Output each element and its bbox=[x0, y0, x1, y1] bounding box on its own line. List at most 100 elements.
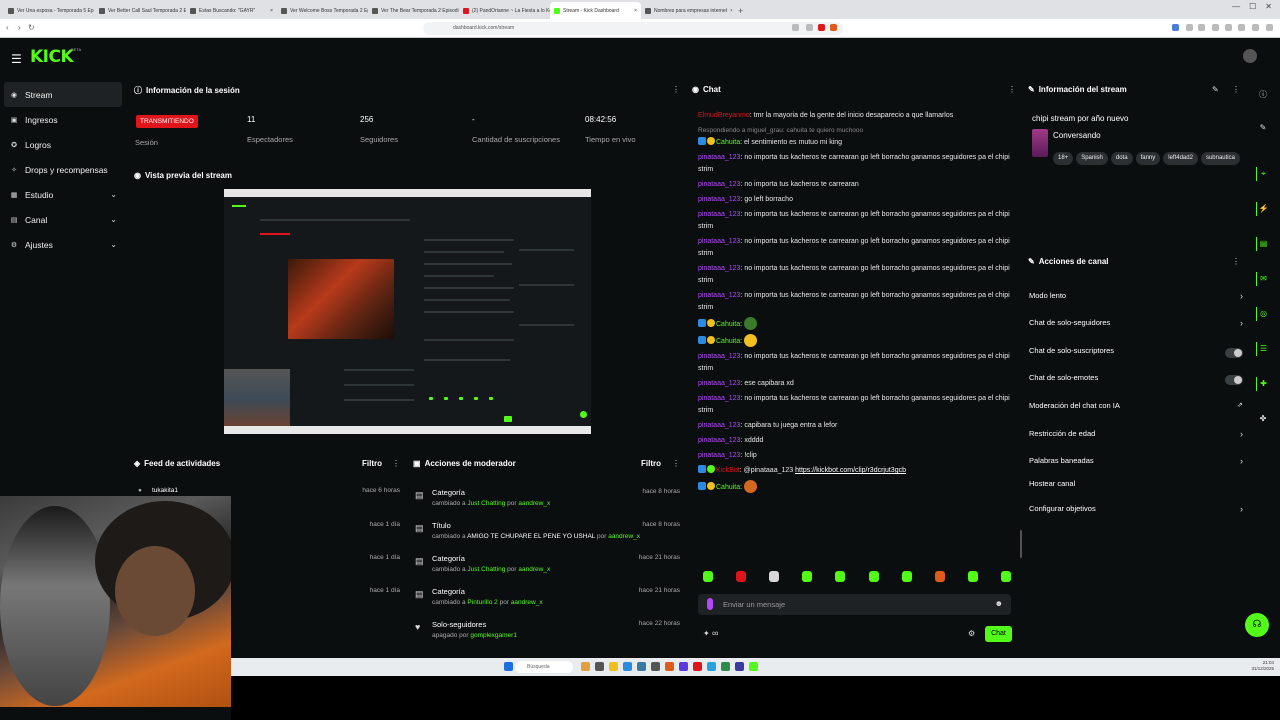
browser-tab[interactable]: (2) PandOrianne ~ La Fiesta a lo Kdx× bbox=[459, 2, 550, 19]
mod-action-user[interactable]: aandrew_x bbox=[518, 566, 550, 573]
browser-tab[interactable]: Stream - Kick Dashboard × bbox=[550, 2, 641, 19]
browser-tab[interactable]: Ver Welcome Boss Temporada 2 Episo× bbox=[277, 2, 368, 19]
emote-icon[interactable] bbox=[1000, 571, 1011, 582]
emote-icon[interactable] bbox=[934, 571, 945, 582]
app-icon[interactable] bbox=[595, 662, 604, 671]
app-icon[interactable] bbox=[721, 662, 730, 671]
info-icon[interactable]: ⓘ bbox=[1256, 88, 1270, 102]
browser-tab[interactable]: Ver The Bear Temporada 2 Episodi× bbox=[368, 2, 459, 19]
sidebar-item-estudio[interactable]: ▦ Estudio ⌄ bbox=[0, 182, 128, 207]
chat-username[interactable]: Cahuita bbox=[716, 139, 740, 146]
tag-chip[interactable]: dota bbox=[1110, 152, 1133, 165]
mod-action-user[interactable]: aandrew_x bbox=[518, 500, 550, 507]
chat-input[interactable]: Enviar un mensaje ☻ bbox=[698, 594, 1011, 615]
url-input[interactable]: dashboard.kick.com/stream bbox=[423, 22, 843, 35]
chat-username[interactable]: pinataaa_123 bbox=[698, 292, 740, 299]
chat-username[interactable]: KickBot bbox=[716, 467, 740, 474]
mod-action-user[interactable]: aandrew_x bbox=[608, 533, 640, 540]
chat-username[interactable]: pinataaa_123 bbox=[698, 380, 740, 387]
hamburger-menu-icon[interactable]: ☰ bbox=[11, 52, 22, 66]
browser-tab[interactable]: Estas Buscando: "GAYR" × bbox=[186, 2, 277, 19]
chat-username[interactable]: ElmudBreyanmo bbox=[698, 112, 750, 119]
emote-icon[interactable] bbox=[835, 571, 846, 582]
bolt-icon[interactable]: ⚡ bbox=[1256, 202, 1270, 216]
tag-chip[interactable]: 18+ bbox=[1053, 152, 1074, 165]
tag-chip[interactable]: left4dad2 bbox=[1163, 152, 1198, 165]
app-icon[interactable] bbox=[651, 662, 660, 671]
tab-close-icon[interactable]: × bbox=[634, 8, 637, 14]
more-icon[interactable]: ⋮ bbox=[1232, 257, 1240, 266]
chat-username[interactable]: Cahuita bbox=[716, 338, 740, 345]
chat-username[interactable]: Cahuita bbox=[716, 321, 740, 328]
back-icon[interactable]: ‹ bbox=[6, 23, 9, 32]
app-icon[interactable] bbox=[735, 662, 744, 671]
emote-icon[interactable] bbox=[868, 571, 879, 582]
channel-action-row[interactable]: Chat de solo-emotes bbox=[1029, 373, 1243, 389]
chat-username[interactable]: pinataaa_123 bbox=[698, 437, 740, 444]
channel-action-row[interactable]: Palabras baneadas › bbox=[1029, 456, 1243, 472]
chat-username[interactable]: pinataaa_123 bbox=[698, 452, 740, 459]
maximize-icon[interactable]: ☐ bbox=[1249, 2, 1256, 11]
channel-action-row[interactable]: Configurar objetivos › bbox=[1029, 504, 1243, 520]
sidebar-item-canal[interactable]: ▤ Canal ⌄ bbox=[0, 207, 128, 232]
chat-username[interactable]: pinataaa_123 bbox=[698, 154, 740, 161]
brave-icon[interactable] bbox=[665, 662, 674, 671]
app-icon[interactable] bbox=[679, 662, 688, 671]
document-icon[interactable]: ▤ bbox=[1256, 237, 1270, 251]
chat-username[interactable]: pinataaa_123 bbox=[698, 422, 740, 429]
tab-close-icon[interactable]: × bbox=[270, 8, 273, 14]
kick-logo[interactable]: KICK bbox=[30, 47, 74, 67]
menu-icon[interactable] bbox=[1252, 24, 1259, 31]
wallet-icon[interactable] bbox=[1225, 24, 1232, 31]
toggle-switch[interactable] bbox=[1225, 348, 1243, 358]
help-fab-icon[interactable]: ☊ bbox=[1245, 613, 1269, 637]
kick-app-icon[interactable] bbox=[749, 662, 758, 671]
sidebar-item-logros[interactable]: ✪ Logros bbox=[0, 132, 128, 157]
minimize-icon[interactable]: — bbox=[1232, 2, 1240, 11]
chat-username[interactable]: pinataaa_123 bbox=[698, 395, 740, 402]
emote-icon[interactable] bbox=[802, 571, 813, 582]
puzzle-icon[interactable]: ✤ bbox=[1256, 412, 1270, 426]
chat-bubble-icon[interactable]: ✉ bbox=[1256, 272, 1270, 286]
sidebar-item-ingresos[interactable]: ▣ Ingresos bbox=[0, 107, 128, 132]
chat-link[interactable]: https://kickbot.com/clip/r3dcrjut3gcb bbox=[795, 467, 906, 474]
folder-icon[interactable] bbox=[609, 662, 618, 671]
target-icon[interactable]: ⌖ bbox=[1256, 167, 1270, 181]
broadcast-icon[interactable]: ◎ bbox=[1256, 307, 1270, 321]
emote-icon[interactable] bbox=[703, 571, 713, 582]
points-icon[interactable]: ✦ bbox=[703, 629, 710, 638]
emoji-icon[interactable]: ☻ bbox=[995, 599, 1003, 608]
browser-tab[interactable]: Ver Better Call Saul Temporada 2 Ep× bbox=[95, 2, 186, 19]
edge-icon[interactable] bbox=[623, 662, 632, 671]
new-tab-button[interactable]: + bbox=[732, 2, 749, 19]
extension-icon[interactable] bbox=[1172, 24, 1179, 31]
channel-action-row[interactable]: Chat de solo-suscriptores bbox=[1029, 346, 1243, 362]
channel-action-row[interactable]: Modo lento › bbox=[1029, 291, 1243, 307]
channel-action-row[interactable]: Moderación del chat con IA ⇗ bbox=[1029, 401, 1243, 417]
channel-action-row[interactable]: Restricción de edad › bbox=[1029, 429, 1243, 445]
menu-icon[interactable] bbox=[1266, 24, 1273, 31]
app-icon[interactable] bbox=[693, 662, 702, 671]
share-icon[interactable] bbox=[806, 24, 813, 31]
list-icon[interactable]: ☰ bbox=[1256, 342, 1270, 356]
tag-chip[interactable]: subnautica bbox=[1200, 152, 1240, 165]
chat-username[interactable]: pinataaa_123 bbox=[698, 211, 740, 218]
mod-action-user[interactable]: gomplexgamer1 bbox=[470, 632, 517, 639]
rewards-icon[interactable] bbox=[830, 24, 837, 31]
zoom-icon[interactable] bbox=[792, 24, 799, 31]
chat-username[interactable]: pinataaa_123 bbox=[698, 265, 740, 272]
reload-icon[interactable]: ↻ bbox=[28, 23, 35, 32]
browser-tab[interactable]: Nombres para empresas internet × bbox=[641, 2, 732, 19]
app-icon[interactable] bbox=[707, 662, 716, 671]
toggle-switch[interactable] bbox=[1225, 375, 1243, 385]
more-icon[interactable]: ⋮ bbox=[672, 459, 680, 468]
chat-scrollbar[interactable] bbox=[1020, 530, 1022, 558]
chat-username[interactable]: Cahuita bbox=[716, 484, 740, 491]
forward-icon[interactable]: › bbox=[18, 23, 21, 32]
mod-filter-button[interactable]: Filtro bbox=[641, 459, 661, 468]
channel-action-row[interactable]: Hostear canal bbox=[1029, 479, 1243, 495]
tag-chip[interactable]: Spanish bbox=[1076, 152, 1108, 165]
chat-username[interactable]: pinataaa_123 bbox=[698, 196, 740, 203]
more-icon[interactable]: ⋮ bbox=[1008, 85, 1016, 94]
close-icon[interactable]: ✕ bbox=[1265, 2, 1272, 11]
